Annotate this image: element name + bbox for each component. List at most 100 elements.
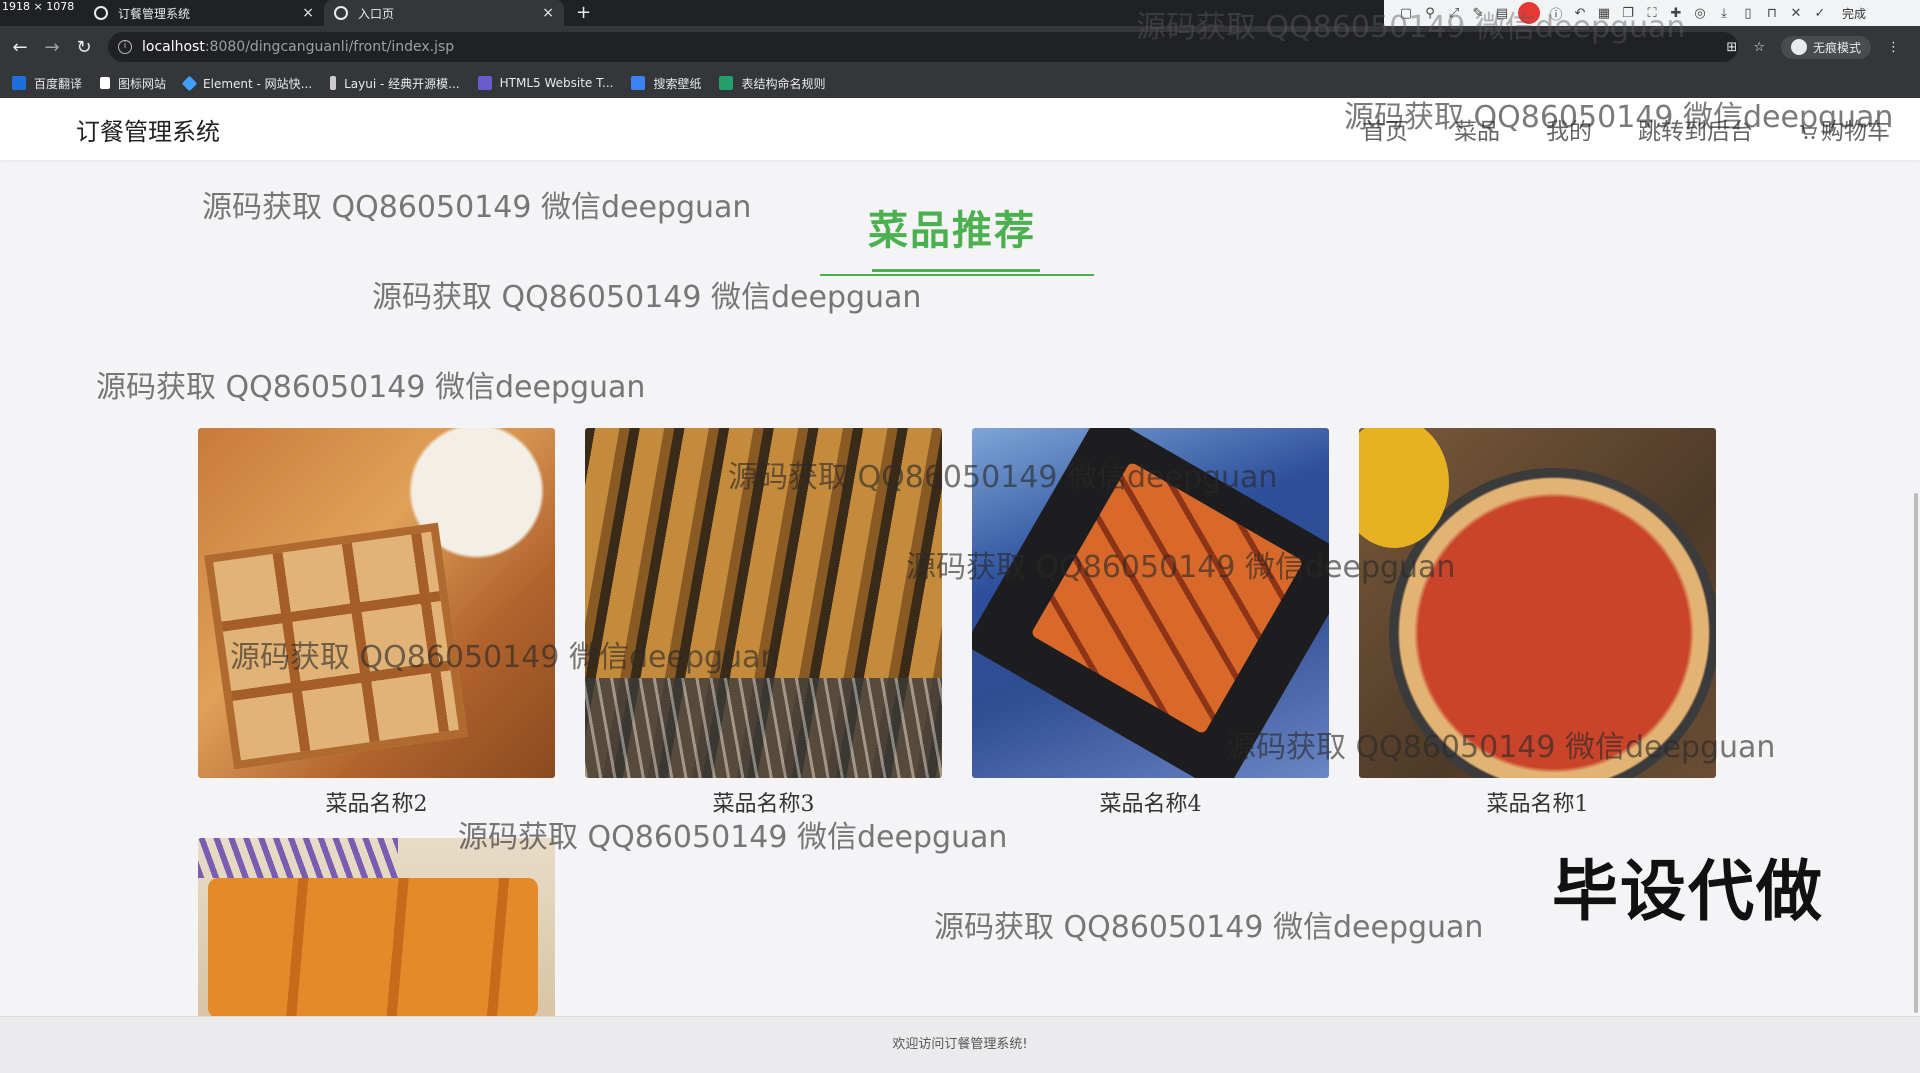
bookmark-wallpaper[interactable]: 搜索壁纸 [631,75,701,92]
url-host: localhost [142,39,205,55]
bookmark-label: 表结构命名规则 [741,76,826,91]
browser-toolbar: ← → ↻ i localhost:8080/dingcanguanli/fro… [0,26,1920,68]
screen-dimensions-label: 1918 × 1078 [2,0,75,13]
pen-icon[interactable]: ✎ [1470,5,1486,21]
dish-name[interactable]: 菜品名称1 [1359,786,1716,818]
nav-cart[interactable]: 购物车 [1799,112,1890,146]
browser-tab-bar: 1918 × 1078 订餐管理系统 × 入口页 × + ▢ ⚲ ⤢ ✎ ▤ ⓘ… [0,0,1920,26]
close-icon[interactable]: × [302,5,314,21]
mosaic-icon[interactable]: ▦ [1596,5,1612,21]
target-icon[interactable]: ◎ [1692,5,1708,21]
back-arrow-icon[interactable]: ← [4,37,36,58]
record-icon[interactable] [1518,2,1540,24]
site-header: 订餐管理系统 首页 菜品 我的 跳转到后台 购物车 [0,98,1920,160]
dish-card[interactable]: 菜品名称2 [198,428,555,818]
dish-image[interactable] [1359,428,1716,778]
nav-home[interactable]: 首页 [1362,112,1408,146]
cart-icon [1800,125,1817,139]
download-icon[interactable]: ⤓ [1716,5,1732,21]
cake-shape [208,878,538,1018]
close-icon[interactable]: × [542,5,554,21]
dish-card[interactable]: 菜品名称4 [972,428,1329,818]
new-tab-button[interactable]: + [576,2,591,23]
reload-icon[interactable]: ↻ [68,37,100,58]
scrollbar-thumb[interactable] [1914,493,1918,1013]
dish-name[interactable]: 菜品名称4 [972,786,1329,818]
dish-image[interactable] [198,838,555,1018]
dish-name[interactable]: 菜品名称2 [198,786,555,818]
grill-rack-shape [585,678,942,778]
incognito-label: 无痕模式 [1812,40,1861,55]
copy-icon[interactable]: ❐ [1620,5,1636,21]
search-icon[interactable]: ⚲ [1422,5,1438,21]
bookmark-label: 搜索壁纸 [653,76,702,91]
star-icon[interactable]: ☆ [1753,40,1765,55]
nav-cart-label: 购物车 [1821,119,1890,145]
globe-icon [334,6,348,20]
undo-icon[interactable]: ↶ [1572,5,1588,21]
lavender-shape [198,838,398,878]
title-underline [820,274,1094,276]
close-icon[interactable]: ✕ [1788,5,1804,21]
bookmark-icon[interactable]: ⊓ [1764,5,1780,21]
tab-label: 入口页 [358,6,395,21]
tab-management[interactable]: 订餐管理系统 × [84,0,324,26]
bookmark-naming-rules[interactable]: 表结构命名规则 [719,75,825,92]
forward-arrow-icon[interactable]: → [36,37,68,58]
corner-promo-text: 毕设代做 [1552,853,1824,930]
nav-dishes[interactable]: 菜品 [1454,112,1500,146]
fullscreen-icon[interactable]: ⛶ [1644,5,1660,21]
nav-admin[interactable]: 跳转到后台 [1638,112,1753,146]
site-info-icon[interactable]: i [118,40,132,54]
bookmarks-bar: 百度翻译 图标网站 Element - 网站快... Layui - 经典开源模… [0,68,1920,99]
bento-box-shape [204,522,468,770]
tab-entry[interactable]: 入口页 × [324,0,564,26]
screenshot-extension-toolbar: ▢ ⚲ ⤢ ✎ ▤ ⓘ ↶ ▦ ❐ ⛶ ✚ ◎ ⤓ ▯ ⊓ ✕ ✓ 完成 [1384,0,1920,26]
dish-image[interactable] [972,428,1329,778]
bookmark-label: Layui - 经典开源模... [344,76,460,91]
crop-icon[interactable]: ▢ [1398,5,1414,21]
site-footer: 欢迎访问订餐管理系统! [0,1016,1920,1073]
bookmark-icon-site[interactable]: 图标网站 [100,75,166,92]
globe-icon [94,6,108,20]
main-nav: 首页 菜品 我的 跳转到后台 购物车 [1362,112,1890,146]
pin-icon[interactable]: ✚ [1668,5,1684,21]
nav-mine[interactable]: 我的 [1546,112,1592,146]
translate-icon[interactable]: ⊞ [1726,40,1737,55]
check-icon[interactable]: ✓ [1812,5,1828,21]
expand-icon[interactable]: ⤢ [1446,5,1462,21]
bookmark-html5-templates[interactable]: HTML5 Website T... [477,76,614,90]
dish-card[interactable]: 菜品名称1 [1359,428,1716,818]
menu-icon[interactable]: ⋮ [1887,40,1900,55]
highlight-icon[interactable]: ▤ [1494,5,1510,21]
toolbar-right: ⊞ ☆ 无痕模式 ⋮ [1726,26,1900,68]
element-logo-icon [181,75,198,91]
layui-logo-icon [330,76,337,90]
tab-label: 订餐管理系统 [118,6,191,21]
bookmark-label: HTML5 Website T... [499,76,614,90]
dish-card[interactable] [198,838,555,1018]
sheet-icon [719,76,734,90]
wallpaper-logo-icon [631,76,646,90]
dish-image[interactable] [198,428,555,778]
flag-icon [100,77,111,89]
address-bar[interactable]: i localhost:8080/dingcanguanli/front/ind… [108,32,1738,62]
bookmark-baidu-translate[interactable]: 百度翻译 [12,75,82,92]
info-icon[interactable]: ⓘ [1548,5,1564,23]
section-title: 菜品推荐 [868,208,1036,254]
dish-name[interactable]: 菜品名称3 [585,786,942,818]
bookmark-layui[interactable]: Layui - 经典开源模... [330,75,460,92]
html5-logo-icon [477,76,492,90]
incognito-badge[interactable]: 无痕模式 [1780,35,1871,59]
url-path: :8080/dingcanguanli/front/index.jsp [204,39,455,55]
title-underline-accent [872,269,1040,272]
bookmark-label: 图标网站 [118,76,167,91]
bookmark-label: Element - 网站快... [203,76,313,91]
bookmark-element[interactable]: Element - 网站快... [181,75,313,92]
dish-image[interactable] [585,428,942,778]
site-brand[interactable]: 订餐管理系统 [76,112,220,147]
done-button[interactable]: 完成 [1842,5,1866,22]
translate-icon [12,76,26,90]
dish-card[interactable]: 菜品名称3 [585,428,942,818]
phone-icon[interactable]: ▯ [1740,5,1756,21]
